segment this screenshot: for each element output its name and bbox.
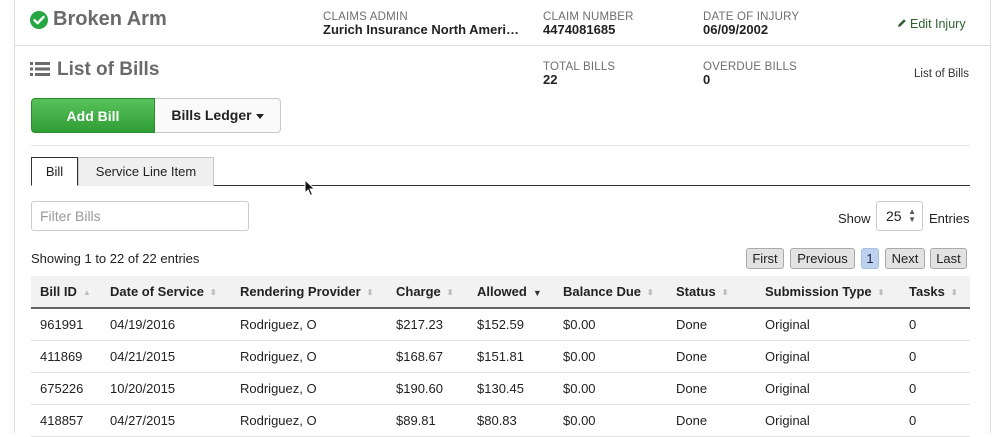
cell-allowed: $80.83	[468, 404, 554, 437]
sort-icon: ⬍	[647, 288, 654, 298]
cell-bill-id[interactable]: 961991	[31, 308, 101, 341]
header-divider	[14, 45, 990, 46]
page-size-value: 25	[886, 208, 902, 224]
show-label: Show	[838, 211, 871, 226]
cell-rendering-provider: Rodriguez, O	[231, 404, 387, 437]
pagination-first-button[interactable]: First	[746, 248, 784, 269]
cell-tasks: 0	[900, 308, 970, 341]
cell-charge: $89.81	[387, 404, 468, 437]
bills-table: Bill ID ▲ Date of Service ⬍ Rendering Prov…	[31, 276, 970, 437]
cell-balance-due: $0.00	[554, 404, 667, 437]
page-title: List of Bills	[57, 59, 160, 80]
edit-injury-label: Edit Injury	[910, 17, 966, 31]
list-icon	[30, 61, 50, 77]
cell-status: Done	[667, 372, 756, 405]
page-size-select[interactable]: 25 ▲ ▼	[876, 201, 923, 231]
sort-icon: ⬍	[950, 288, 958, 298]
cell-balance-due: $0.00	[554, 340, 667, 373]
table-row[interactable]: 675226 10/20/2015 Rodriguez, O $190.60 $…	[31, 372, 970, 405]
pagination-previous-button[interactable]: Previous	[790, 248, 855, 269]
sort-icon: ⬍	[721, 288, 729, 298]
claim-number-value: 4474081685	[543, 22, 616, 37]
pagination-last-button[interactable]: Last	[930, 248, 967, 269]
cell-date-of-service: 04/19/2016	[101, 308, 231, 341]
mouse-cursor-icon	[304, 178, 316, 197]
table-row[interactable]: 418857 04/27/2015 Rodriguez, O $89.81 $8…	[31, 404, 970, 437]
cell-submission-type: Original	[756, 308, 900, 341]
sort-descending-icon: ▼	[532, 287, 542, 298]
sort-icon: ⬍	[209, 288, 217, 298]
pagination-next-button[interactable]: Next	[885, 248, 925, 269]
table-row[interactable]: 961991 04/19/2016 Rodriguez, O $217.23 $…	[31, 308, 970, 341]
cell-submission-type: Original	[756, 340, 900, 373]
cell-date-of-service: 10/20/2015	[101, 372, 231, 405]
filter-bills-input[interactable]	[31, 201, 249, 231]
column-header-tasks[interactable]: Tasks ⬍	[900, 276, 970, 309]
cell-tasks: 0	[900, 340, 970, 373]
bills-ledger-label: Bills Ledger	[171, 107, 252, 123]
cell-rendering-provider: Rodriguez, O	[231, 340, 387, 373]
cell-allowed: $130.45	[468, 372, 554, 405]
cell-rendering-provider: Rodriguez, O	[231, 308, 387, 341]
sort-icon: ⬍	[877, 288, 885, 298]
cell-date-of-service: 04/21/2015	[101, 340, 231, 373]
breadcrumb[interactable]: List of Bills	[914, 68, 969, 80]
cell-submission-type: Original	[756, 372, 900, 405]
tab-service-line-item[interactable]: Service Line Item	[78, 157, 214, 186]
table-row[interactable]: 411869 04/21/2015 Rodriguez, O $168.67 $…	[31, 340, 970, 373]
updown-arrows-icon: ▲ ▼	[908, 207, 916, 224]
cell-rendering-provider: Rodriguez, O	[231, 372, 387, 405]
cell-bill-id[interactable]: 418857	[31, 404, 101, 437]
cell-status: Done	[667, 308, 756, 341]
sort-icon: ⬍	[366, 288, 374, 298]
cell-bill-id[interactable]: 411869	[31, 340, 101, 373]
date-of-injury-value: 06/09/2002	[703, 22, 769, 37]
cell-date-of-service: 04/27/2015	[101, 404, 231, 437]
column-header-charge[interactable]: Charge ⬍	[387, 276, 468, 309]
column-header-allowed[interactable]: Allowed ▼	[468, 276, 554, 309]
claim-title: Broken Arm	[53, 8, 167, 30]
cell-status: Done	[667, 340, 756, 373]
sort-icon: ⬍	[446, 288, 454, 298]
check-circle-icon	[30, 11, 48, 29]
cell-tasks: 0	[900, 404, 970, 437]
cell-charge: $190.60	[387, 372, 468, 405]
cell-bill-id[interactable]: 675226	[31, 372, 101, 405]
cell-balance-due: $0.00	[554, 308, 667, 341]
overdue-bills-value: 0	[703, 72, 711, 87]
column-header-bill-id[interactable]: Bill ID ▲	[31, 276, 101, 309]
cell-charge: $217.23	[387, 308, 468, 341]
edit-injury-link[interactable]: Edit Injury	[897, 17, 966, 31]
actions-divider	[31, 145, 970, 146]
total-bills-value: 22	[543, 72, 558, 87]
cell-allowed: $152.59	[468, 308, 554, 341]
column-header-submission-type[interactable]: Submission Type ⬍	[756, 276, 900, 309]
column-header-status[interactable]: Status ⬍	[667, 276, 756, 309]
caret-down-icon	[255, 113, 264, 119]
column-header-balance-due[interactable]: Balance Due ⬍	[554, 276, 667, 309]
column-header-date-of-service[interactable]: Date of Service ⬍	[101, 276, 231, 309]
cell-balance-due: $0.00	[554, 372, 667, 405]
pencil-icon	[897, 17, 907, 31]
cell-status: Done	[667, 404, 756, 437]
cell-submission-type: Original	[756, 404, 900, 437]
entries-label: Entries	[929, 211, 970, 226]
column-header-rendering-provider[interactable]: Rendering Provider ⬍	[231, 276, 387, 309]
table-header-row: Bill ID ▲ Date of Service ⬍ Rendering Prov…	[31, 276, 970, 309]
tab-bill[interactable]: Bill	[31, 157, 78, 186]
bills-ledger-dropdown[interactable]: Bills Ledger	[155, 98, 281, 133]
sort-icon: ▲	[82, 288, 91, 298]
overdue-bills-label: OVERDUE BILLS	[703, 61, 797, 73]
cell-charge: $168.67	[387, 340, 468, 373]
cell-tasks: 0	[900, 372, 970, 405]
cell-allowed: $151.81	[468, 340, 554, 373]
add-bill-button[interactable]: Add Bill	[31, 98, 155, 133]
showing-entries-info: Showing 1 to 22 of 22 entries	[31, 251, 200, 266]
pagination-page-1-button[interactable]: 1	[861, 248, 879, 269]
claims-admin-value: Zurich Insurance North Ameri…	[323, 22, 519, 37]
